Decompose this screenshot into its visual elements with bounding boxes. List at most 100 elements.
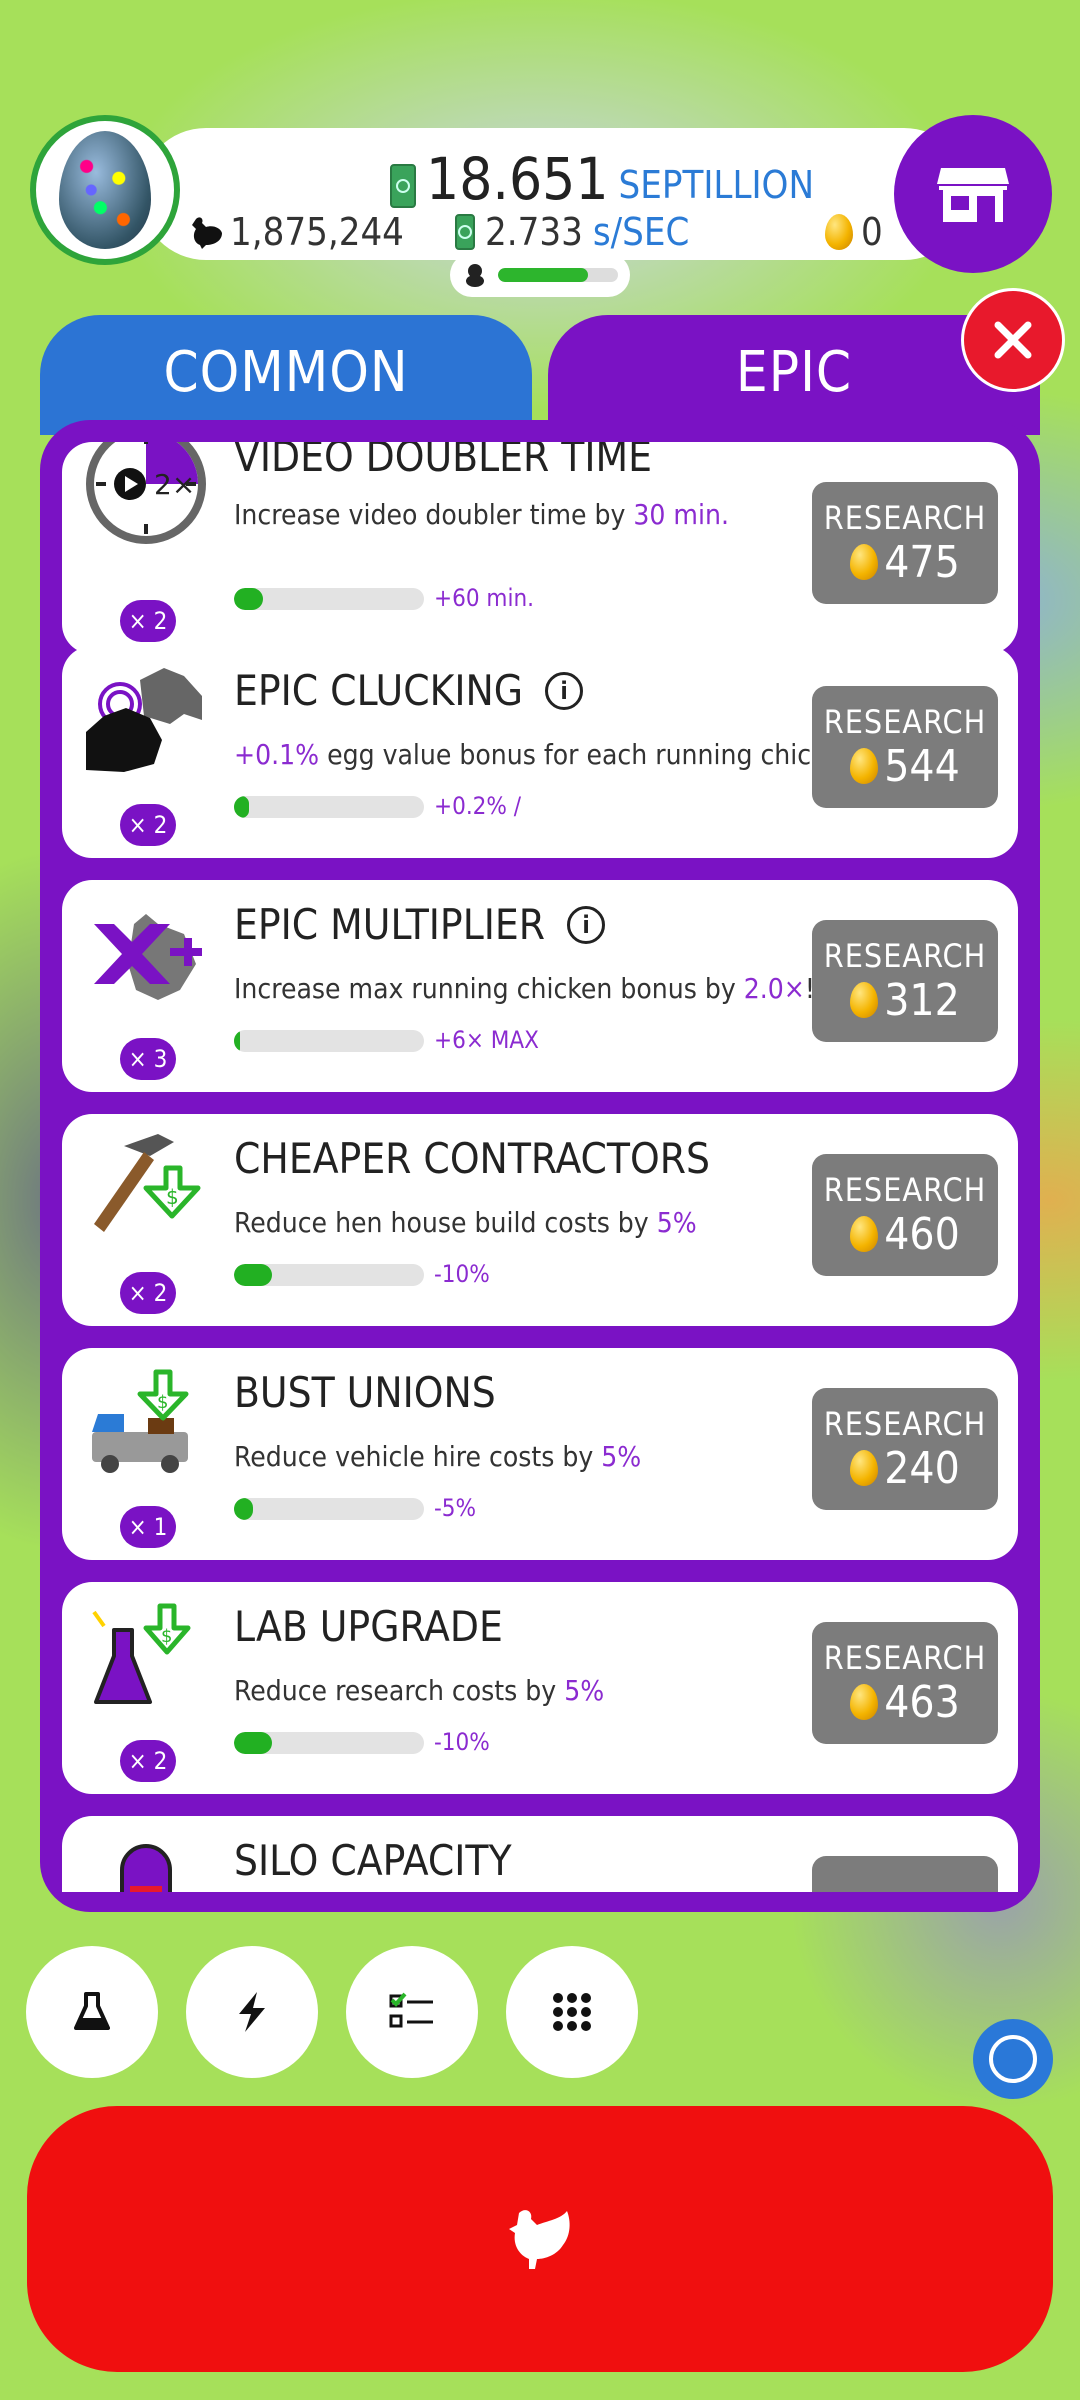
- research-title: CHEAPER CONTRACTORS: [234, 1134, 710, 1183]
- close-icon: [994, 321, 1032, 359]
- flask-icon: [74, 1992, 110, 2030]
- lightning-icon: [239, 1992, 265, 2032]
- research-card-lab-upgrade: $ × 2 LAB UPGRADE Reduce research costs …: [62, 1582, 1018, 1794]
- tab-common-label: COMMON: [163, 340, 409, 405]
- research-description: +0.1% egg value bonus for each running c…: [234, 738, 865, 771]
- money-unit: SEPTILLION: [618, 163, 815, 207]
- golden-egg-icon: [850, 1450, 879, 1486]
- research-title: VIDEO DOUBLER TIME: [234, 442, 652, 481]
- rate-unit: s/SEC: [592, 210, 690, 254]
- grid-menu-icon: [553, 1993, 591, 2031]
- research-next-level: -10%: [434, 1728, 490, 1756]
- research-card-cheaper-contractors: $ × 2 CHEAPER CONTRACTORS Reduce hen hou…: [62, 1114, 1018, 1326]
- drone-progress-fill: [498, 268, 588, 282]
- research-button[interactable]: RESEARCH 460: [812, 1154, 998, 1276]
- svg-text:2×: 2×: [154, 468, 195, 501]
- cash-icon: [455, 214, 475, 250]
- flask-discount-icon: $: [84, 1596, 208, 1720]
- research-button[interactable]: RESEARCH 475: [812, 482, 998, 604]
- truck-discount-icon: $: [84, 1362, 208, 1486]
- money-value: 18.651: [426, 145, 609, 213]
- golden-egg-icon: [850, 1684, 879, 1720]
- rate-value: 2.733: [485, 210, 583, 254]
- research-multiplier: × 2: [120, 1740, 176, 1782]
- research-description: Reduce vehicle hire costs by 5%: [234, 1440, 642, 1473]
- chicken-count-value: 1,875,244: [230, 210, 404, 254]
- checklist-icon: [389, 1992, 433, 2028]
- chicken-count: 1,875,244: [188, 210, 404, 254]
- research-title: EPIC CLUCKING i: [234, 666, 584, 715]
- research-button[interactable]: RESEARCH 240: [812, 1388, 998, 1510]
- research-description: Reduce research costs by 5%: [234, 1674, 605, 1707]
- golden-egg-icon: [850, 1216, 879, 1252]
- silo-icon: [84, 1830, 208, 1892]
- boosts-button[interactable]: [186, 1946, 318, 2078]
- tab-epic-label: EPIC: [735, 340, 853, 405]
- chicken-icon: [192, 217, 222, 249]
- research-title: SILO CAPACITY: [234, 1836, 512, 1885]
- drone-progress: [450, 253, 630, 297]
- chicken-multiplier-icon: [84, 894, 208, 1018]
- research-multiplier: × 2: [120, 600, 176, 642]
- menu-button[interactable]: [506, 1946, 638, 2078]
- hammer-discount-icon: $: [84, 1128, 208, 1252]
- info-icon[interactable]: i: [545, 671, 584, 710]
- egg-icon: [59, 131, 151, 249]
- research-progress: [234, 1498, 424, 1520]
- research-next-level: +6× MAX: [434, 1026, 539, 1054]
- close-button[interactable]: [961, 288, 1065, 392]
- research-progress: [234, 1030, 424, 1052]
- golden-egg-value: 0: [861, 210, 883, 254]
- research-title: EPIC MULTIPLIER i: [234, 900, 606, 949]
- cash-icon: [390, 164, 416, 208]
- golden-egg-icon: [850, 982, 879, 1018]
- research-next-level: +0.2% /: [434, 792, 522, 820]
- clucking-chicken-icon: [84, 660, 208, 784]
- research-progress: [234, 588, 424, 610]
- research-card-epic-clucking: × 2 EPIC CLUCKING i +0.1% egg value bonu…: [62, 646, 1018, 858]
- research-button[interactable]: [812, 1856, 998, 1892]
- research-button[interactable]: RESEARCH 544: [812, 686, 998, 808]
- research-button[interactable]: RESEARCH 463: [812, 1622, 998, 1744]
- money-display: 18.651 SEPTILLION: [390, 138, 814, 208]
- egg-avatar[interactable]: [30, 115, 180, 265]
- research-multiplier: × 2: [120, 804, 176, 846]
- missions-button[interactable]: [346, 1946, 478, 2078]
- research-multiplier: × 2: [120, 1272, 176, 1314]
- research-next-level: -5%: [434, 1494, 477, 1522]
- svg-text:$: $: [166, 1185, 179, 1209]
- research-lab-button[interactable]: [26, 1946, 158, 2078]
- chick-icon: [466, 264, 484, 287]
- golden-egg-count[interactable]: 0: [825, 210, 883, 254]
- research-multiplier: × 3: [120, 1038, 176, 1080]
- research-progress: [234, 1732, 424, 1754]
- tab-common[interactable]: COMMON: [40, 315, 532, 435]
- hatch-chicken-button[interactable]: [27, 2106, 1053, 2372]
- golden-egg-icon: [850, 544, 879, 580]
- research-list[interactable]: 2× × 2 VIDEO DOUBLER TIME Increase video…: [62, 442, 1018, 1892]
- research-card-video-doubler: 2× × 2 VIDEO DOUBLER TIME Increase video…: [62, 442, 1018, 654]
- info-icon[interactable]: i: [567, 905, 606, 944]
- chicken-icon: [509, 2210, 570, 2269]
- assistive-touch-button[interactable]: [973, 2019, 1053, 2099]
- stopwatch-icon: 2×: [84, 442, 208, 546]
- svg-text:$: $: [157, 1392, 168, 1413]
- research-card-bust-unions: $ × 1 BUST UNIONS Reduce vehicle hire co…: [62, 1348, 1018, 1560]
- research-progress: [234, 1264, 424, 1286]
- research-description: Increase max running chicken bonus by 2.…: [234, 972, 815, 1005]
- golden-egg-icon: [825, 214, 853, 250]
- research-title: LAB UPGRADE: [234, 1602, 503, 1651]
- shop-button[interactable]: [894, 115, 1052, 273]
- earning-rate: 2.733 s/SEC: [455, 210, 689, 254]
- research-next-level: +60 min.: [434, 584, 534, 612]
- golden-egg-icon: [850, 748, 879, 784]
- research-next-level: -10%: [434, 1260, 490, 1288]
- research-progress: [234, 796, 424, 818]
- research-button[interactable]: RESEARCH 312: [812, 920, 998, 1042]
- shop-icon: [937, 168, 1009, 222]
- research-card-epic-multiplier: × 3 EPIC MULTIPLIER i Increase max runni…: [62, 880, 1018, 1092]
- svg-text:$: $: [161, 1626, 172, 1647]
- research-card-silo-capacity: SILO CAPACITY: [62, 1816, 1018, 1892]
- research-description: Increase video doubler time by 30 min.: [234, 498, 729, 531]
- research-multiplier: × 1: [120, 1506, 176, 1548]
